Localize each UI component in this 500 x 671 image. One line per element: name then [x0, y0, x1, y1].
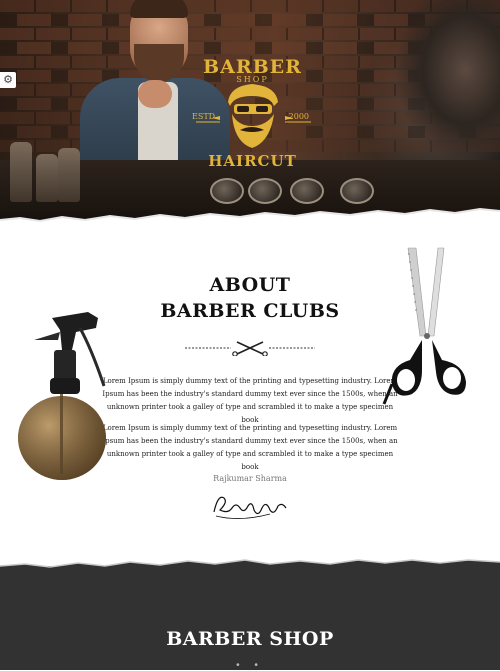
about-paragraph-1: Lorem Ipsum is simply dummy text of the … [102, 377, 398, 424]
torn-paper-edge [0, 559, 500, 580]
blurred-customer [395, 0, 500, 222]
barber-shop-section [0, 566, 500, 670]
about-paragraph-2: Lorem Ipsum is simply dummy text of the … [102, 424, 398, 471]
crossed-scissors-icon [185, 341, 315, 356]
barber-shop-title: BARBER SHOP [166, 628, 334, 650]
logo-haircut-text: HAIRCUT [208, 152, 297, 170]
gear-icon[interactable]: ⚙ [0, 72, 16, 88]
logo-year-text: 2000 [288, 112, 309, 121]
logo-estd-text: ESTD [192, 112, 216, 121]
decorative-dots: • • [236, 660, 264, 671]
hero-banner: BARBER SHOP ESTD 2000 HAIRCUT ⚙ [0, 0, 500, 222]
scissors-image [382, 247, 466, 405]
signature-image [213, 496, 287, 519]
spray-bottle-image [18, 312, 106, 480]
logo-shop-text: SHOP [236, 75, 269, 84]
torn-paper-edge [0, 207, 500, 232]
barber-shop-logo: BARBER SHOP ESTD 2000 HAIRCUT [190, 50, 315, 175]
